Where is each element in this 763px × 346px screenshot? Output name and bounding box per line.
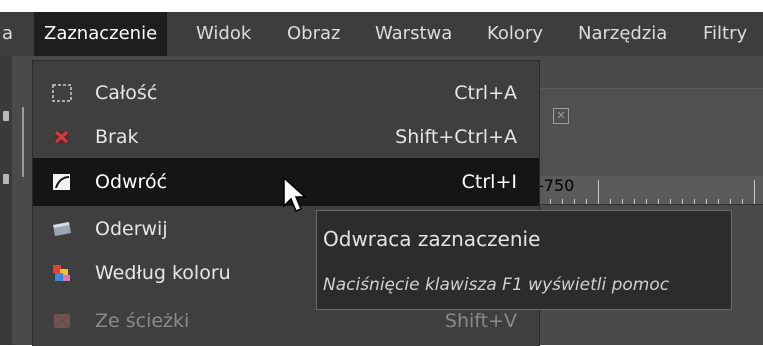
menu-item-shortcut: Ctrl+I (461, 171, 517, 193)
ruler-label: -750 (538, 176, 575, 195)
menubar: a Zaznaczenie Widok Obraz Warstwa Kolory… (0, 12, 763, 56)
menu-zaznaczenie[interactable]: Zaznaczenie (34, 12, 168, 56)
image-tab-panel (538, 88, 763, 177)
menu-warstwa[interactable]: Warstwa (375, 12, 452, 56)
gimp-window: a Zaznaczenie Widok Obraz Warstwa Kolory… (0, 0, 763, 346)
toolbox-strip (0, 56, 12, 345)
tooltip-title: Odwraca zaznaczenie (323, 227, 541, 251)
select-all-icon (51, 83, 73, 103)
frame-divider (22, 107, 24, 177)
menu-item-shortcut: Shift+Ctrl+A (395, 126, 517, 148)
from-path-icon (51, 311, 73, 331)
menu-item-label: Według koloru (95, 262, 231, 284)
menu-item-label: Ze ścieżki (95, 310, 190, 332)
menu-obraz[interactable]: Obraz (287, 12, 340, 56)
menu-a[interactable]: a (2, 12, 13, 56)
float-selection-icon (51, 219, 73, 239)
clipped-caption (0, 0, 763, 12)
menu-item-shortcut: Ctrl+A (454, 82, 517, 104)
menu-narzedzia[interactable]: Narzędzia (578, 12, 667, 56)
select-by-color-icon (51, 263, 73, 283)
select-none-icon (51, 127, 73, 147)
menu-item-label: Odwróć (95, 171, 168, 193)
tooltip: Odwraca zaznaczenie Naciśnięcie klawisza… (316, 210, 732, 310)
tool-handle[interactable] (3, 174, 9, 184)
menu-item-select-all[interactable]: Całość Ctrl+A (33, 69, 539, 117)
menu-item-select-none[interactable]: Brak Shift+Ctrl+A (33, 113, 539, 161)
menu-item-label: Całość (95, 82, 158, 104)
menu-filtry[interactable]: Filtry (703, 12, 747, 56)
tool-handle[interactable] (3, 111, 9, 121)
invert-selection-icon (51, 172, 73, 192)
mouse-cursor-icon (283, 176, 306, 212)
menu-item-label: Brak (95, 126, 139, 148)
close-icon[interactable]: ✕ (553, 108, 569, 124)
menu-kolory[interactable]: Kolory (487, 12, 543, 56)
tooltip-help-text: Naciśnięcie klawisza F1 wyświetli pomoc (323, 275, 670, 295)
menu-item-label: Oderwij (95, 218, 168, 240)
menu-widok[interactable]: Widok (196, 12, 251, 56)
